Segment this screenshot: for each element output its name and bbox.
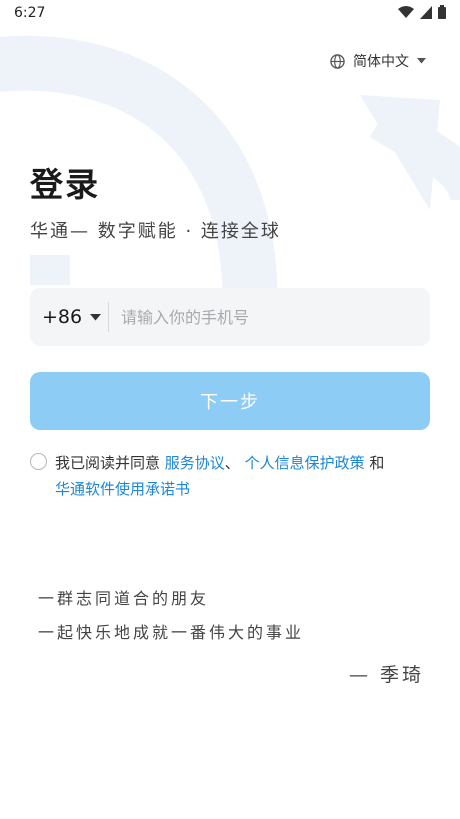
status-icons	[398, 5, 446, 19]
quote-line-1: 一群志同道合的朋友	[38, 589, 210, 608]
radio-unchecked-icon[interactable]	[30, 453, 47, 470]
service-agreement-link[interactable]: 服务协议	[165, 454, 225, 472]
phone-input[interactable]	[119, 306, 403, 328]
software-commitment-link[interactable]: 华通软件使用承诺书	[55, 480, 190, 498]
status-bar: 6:27	[0, 0, 460, 28]
caret-down-icon	[90, 313, 102, 320]
quote-author: — 季琦	[348, 664, 424, 686]
country-code-selector[interactable]: +86	[30, 306, 108, 328]
page-subtitle: 华通— 数字赋能 · 连接全球	[30, 221, 281, 242]
language-selector[interactable]: 简体中文	[330, 51, 426, 71]
status-time: 6:27	[14, 5, 46, 21]
quote-line-2: 一起快乐地成就一番伟大的事业	[38, 623, 305, 642]
agreement-text: 我已阅读并同意 服务协议、 个人信息保护政策 和华通软件使用承诺书	[55, 450, 435, 502]
phone-input-group: +86	[30, 288, 430, 346]
battery-icon	[438, 5, 446, 19]
signal-icon	[420, 5, 432, 19]
language-label: 简体中文	[353, 54, 409, 70]
caret-down-icon	[417, 58, 426, 64]
next-button[interactable]: 下一步	[30, 372, 430, 430]
country-code: +86	[42, 306, 83, 328]
agreement-and: 和	[364, 454, 385, 472]
wifi-icon	[398, 5, 414, 18]
agreement-separator: 、	[224, 454, 245, 472]
input-divider	[108, 302, 109, 332]
globe-icon	[330, 53, 345, 69]
agreement: 我已阅读并同意 服务协议、 个人信息保护政策 和华通软件使用承诺书	[30, 450, 435, 502]
privacy-policy-link[interactable]: 个人信息保护政策	[245, 454, 365, 472]
page-title: 登录	[30, 165, 100, 204]
agreement-prefix: 我已阅读并同意	[55, 454, 165, 472]
